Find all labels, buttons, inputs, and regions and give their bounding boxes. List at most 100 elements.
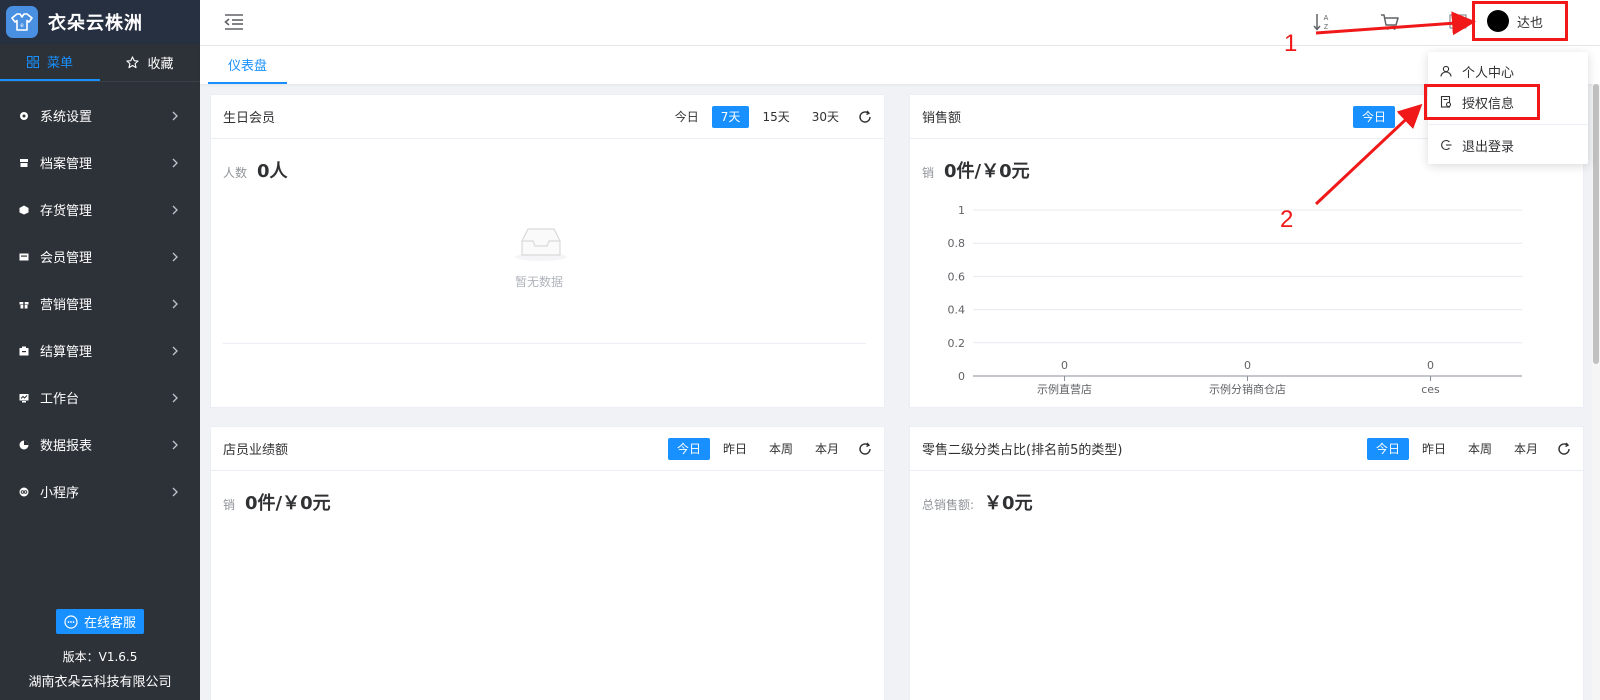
- dropdown-item-logout[interactable]: 退出登录: [1428, 130, 1588, 160]
- settings-icon: [18, 110, 30, 122]
- sidebar-item-workbench[interactable]: 工作台: [0, 374, 200, 421]
- y-tick-label: 0.2: [948, 337, 966, 350]
- date-filter-group: 今日 昨日 本周 本月: [667, 437, 872, 460]
- sidebar: e 衣朵云株洲 菜单 收藏 系统设置 档案管理 存货管理 会员管理 营销管理 结…: [0, 0, 200, 700]
- filter-this-week[interactable]: 本周: [760, 438, 802, 460]
- refresh-icon: [859, 442, 871, 455]
- scrollbar-thumb[interactable]: [1593, 84, 1599, 364]
- annotation-number-1: 1: [1284, 30, 1298, 57]
- dropdown-item-profile[interactable]: 个人中心: [1428, 56, 1588, 86]
- chevron-right-icon: [172, 440, 178, 449]
- chevron-right-icon: [172, 205, 178, 214]
- divider: [223, 343, 866, 344]
- brand-header: e 衣朵云株洲: [0, 0, 200, 44]
- filter-yesterday[interactable]: 昨日: [714, 438, 756, 460]
- empty-inbox-icon: [515, 228, 567, 261]
- sidebar-item-settlement[interactable]: 结算管理: [0, 327, 200, 374]
- sidebar-item-reports[interactable]: 数据报表: [0, 421, 200, 468]
- refresh-button[interactable]: [1557, 442, 1571, 456]
- metric-label: 总销售额:: [922, 498, 975, 512]
- chevron-right-icon: [172, 111, 178, 120]
- sidebar-item-label: 档案管理: [40, 157, 93, 172]
- y-tick-label: 0.4: [948, 304, 966, 317]
- y-tick-label: 0.6: [948, 270, 966, 283]
- page-scrollbar[interactable]: [1592, 84, 1600, 700]
- sidebar-item-marketing[interactable]: 营销管理: [0, 280, 200, 327]
- refresh-button[interactable]: [858, 442, 872, 456]
- grid-icon: [26, 55, 39, 68]
- sidebar-item-label: 结算管理: [40, 345, 93, 360]
- empty-text: 暂无数据: [514, 275, 563, 289]
- sidebar-tab-menu[interactable]: 菜单: [0, 44, 100, 81]
- refresh-button[interactable]: [858, 110, 872, 124]
- sidebar-menu: 系统设置 档案管理 存货管理 会员管理 营销管理 结算管理 工作台 数据报表 小…: [0, 92, 200, 515]
- guide-button[interactable]: [1448, 12, 1468, 36]
- sidebar-item-label: 存货管理: [40, 204, 93, 219]
- sidebar-item-mini-program[interactable]: 小程序: [0, 468, 200, 515]
- dropdown-divider: [1428, 124, 1588, 125]
- chevron-right-icon: [172, 393, 178, 402]
- filter-this-month[interactable]: 本月: [806, 438, 848, 460]
- sidebar-item-label: 工作台: [40, 392, 80, 407]
- birthday-members-card: 生日会员 今日 7天 15天 30天 人数 0人 暂无数据: [210, 94, 885, 408]
- filter-15days[interactable]: 15天: [753, 106, 798, 128]
- card-title: 零售二级分类占比(排名前5的类型): [922, 443, 1123, 458]
- filter-today[interactable]: 今日: [1366, 437, 1409, 460]
- sidebar-item-label: 会员管理: [40, 251, 93, 266]
- filter-today[interactable]: 今日: [667, 437, 710, 460]
- cart-icon: [1381, 14, 1399, 30]
- sidebar-tab-menu-label: 菜单: [46, 56, 73, 71]
- license-highlight-box: [1424, 84, 1540, 120]
- online-service-label: 在线客服: [83, 616, 136, 631]
- sidebar-item-label: 小程序: [40, 486, 80, 501]
- filter-7days[interactable]: 7天: [711, 105, 750, 128]
- sort-button[interactable]: A Z: [1312, 12, 1332, 36]
- chat-icon: [64, 614, 78, 629]
- sort-az-icon: A Z: [1313, 14, 1329, 31]
- sidebar-item-member[interactable]: 会员管理: [0, 233, 200, 280]
- x-tick-label: 示例分销商仓店: [1209, 382, 1286, 396]
- archive-icon: [18, 157, 30, 169]
- chevron-right-icon: [172, 252, 178, 261]
- gift-icon: [18, 298, 30, 310]
- shirt-logo-icon: e: [11, 13, 33, 31]
- svg-text:e: e: [20, 23, 24, 29]
- sidebar-item-system-settings[interactable]: 系统设置: [0, 92, 200, 139]
- member-card-icon: [18, 251, 30, 263]
- tab-dashboard[interactable]: 仪表盘: [208, 46, 288, 84]
- avatar: [1487, 10, 1509, 32]
- user-icon: [1440, 65, 1452, 77]
- mini-program-icon: [18, 486, 30, 498]
- cart-button[interactable]: [1380, 12, 1400, 36]
- chevron-right-icon: [172, 299, 178, 308]
- user-name: 达也: [1517, 15, 1544, 31]
- version-text: 版本：V1.6.5: [62, 650, 138, 664]
- sidebar-item-archive[interactable]: 档案管理: [0, 139, 200, 186]
- user-menu-trigger[interactable]: 达也: [1472, 1, 1568, 41]
- sidebar-item-inventory[interactable]: 存货管理: [0, 186, 200, 233]
- empty-state: 暂无数据: [511, 223, 571, 290]
- dropdown-item-label: 退出登录: [1462, 139, 1515, 155]
- metric-value: 0件/￥0元: [245, 493, 331, 514]
- collapse-sidebar-button[interactable]: [224, 13, 244, 35]
- filter-today[interactable]: 今日: [666, 106, 708, 128]
- top-header: A Z 达也: [200, 0, 1600, 46]
- y-tick-label: 0: [958, 370, 965, 383]
- filter-this-week[interactable]: 本周: [1459, 438, 1501, 460]
- sidebar-footer: 在线客服 版本：V1.6.5 湖南衣朵云科技有限公司: [0, 609, 200, 690]
- date-filter-group: 今日 昨日 本周 本月: [1366, 437, 1571, 460]
- card-header: 生日会员 今日 7天 15天 30天: [211, 95, 884, 139]
- online-service-button[interactable]: 在线客服: [55, 609, 144, 634]
- date-filter-group: 今日 7天 15天 30天: [666, 105, 872, 128]
- workbench-icon: [18, 392, 30, 404]
- data-label: 0: [1061, 359, 1068, 372]
- company-name: 湖南衣朵云科技有限公司: [28, 675, 172, 690]
- sidebar-tab-favorites[interactable]: 收藏: [100, 44, 200, 81]
- svg-text:A: A: [1324, 15, 1329, 22]
- filter-this-month[interactable]: 本月: [1505, 438, 1547, 460]
- filter-30days[interactable]: 30天: [803, 106, 848, 128]
- birthday-metric: 人数 0人: [211, 139, 884, 183]
- star-icon: [126, 56, 140, 69]
- x-tick-label: 示例直营店: [1037, 382, 1092, 396]
- filter-yesterday[interactable]: 昨日: [1413, 438, 1455, 460]
